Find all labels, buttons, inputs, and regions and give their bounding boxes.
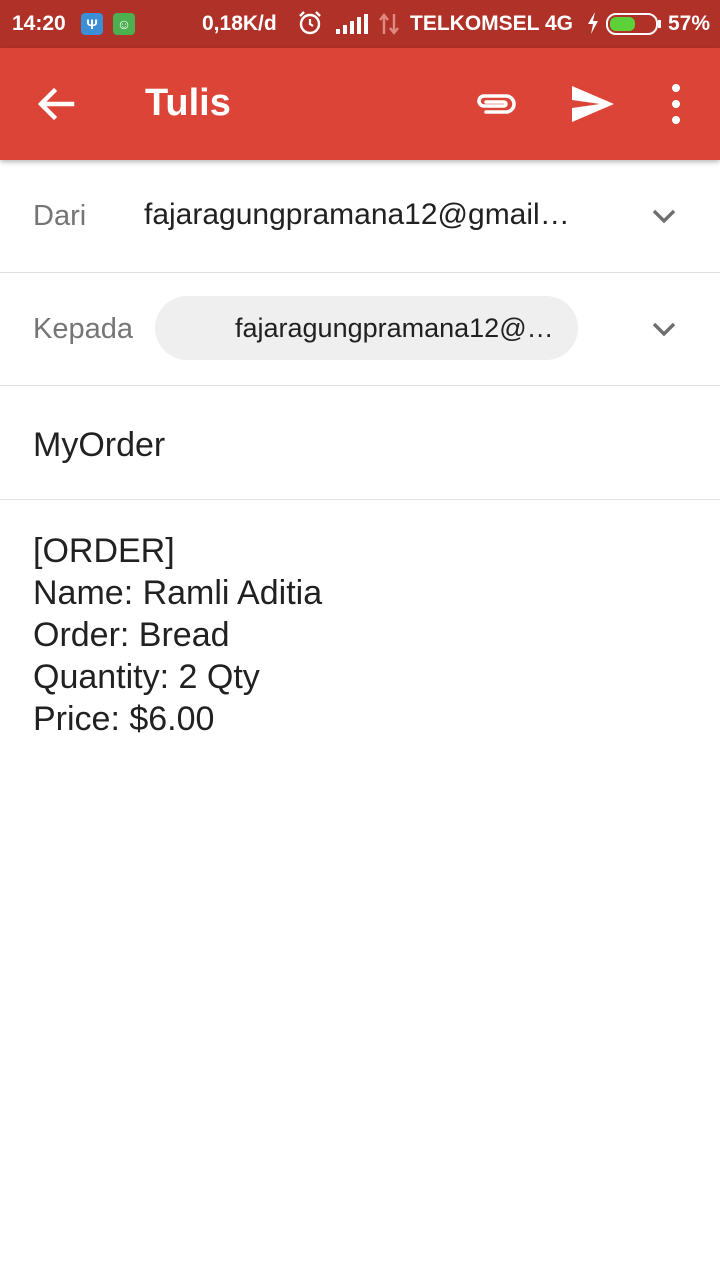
data-icon <box>378 12 400 42</box>
send-icon[interactable] <box>568 82 616 126</box>
message-body[interactable]: [ORDER] Name: Ramli Aditia Order: Bread … <box>33 530 693 740</box>
charging-icon <box>586 12 600 40</box>
usb-icon: Ψ <box>81 13 103 35</box>
android-icon: ☺ <box>113 13 135 35</box>
body-line: Name: Ramli Aditia <box>33 574 323 612</box>
to-row: Kepada fajaragungpramana12@… <box>0 273 720 386</box>
body-line: Price: $6.00 <box>33 700 215 738</box>
alarm-icon <box>297 10 323 42</box>
body-line: [ORDER] <box>33 532 175 570</box>
page-title: Tulis <box>145 82 231 124</box>
subject-field[interactable]: MyOrder <box>33 426 165 465</box>
carrier-name: TELKOMSEL 4G <box>410 12 573 35</box>
attach-icon[interactable] <box>472 82 520 126</box>
status-time: 14:20 <box>12 12 66 35</box>
signal-icon <box>336 14 368 40</box>
battery-icon <box>606 13 662 41</box>
recipient-chip[interactable]: fajaragungpramana12@… <box>155 296 578 360</box>
chevron-down-icon[interactable] <box>648 313 680 345</box>
network-speed: 0,18K/d <box>202 12 277 35</box>
status-bar: 14:20 Ψ ☺ 0,18K/d TELKOMSEL 4G 57% <box>0 0 720 48</box>
body-line: Quantity: 2 Qty <box>33 658 260 696</box>
from-account[interactable]: fajaragungpramana12@gmail… <box>144 198 570 232</box>
more-vert-icon[interactable] <box>660 80 692 128</box>
body-line: Order: Bread <box>33 616 230 654</box>
chevron-down-icon[interactable] <box>648 200 680 232</box>
back-arrow-icon[interactable] <box>34 82 78 126</box>
battery-percent: 57% <box>668 12 711 35</box>
subject-row[interactable]: MyOrder <box>0 386 720 500</box>
to-label: Kepada <box>33 313 133 345</box>
recipient-chip-text: fajaragungpramana12@… <box>235 313 554 343</box>
from-label: Dari <box>33 200 87 232</box>
app-bar: Tulis <box>0 48 720 160</box>
from-row: Dari fajaragungpramana12@gmail… <box>0 160 720 273</box>
